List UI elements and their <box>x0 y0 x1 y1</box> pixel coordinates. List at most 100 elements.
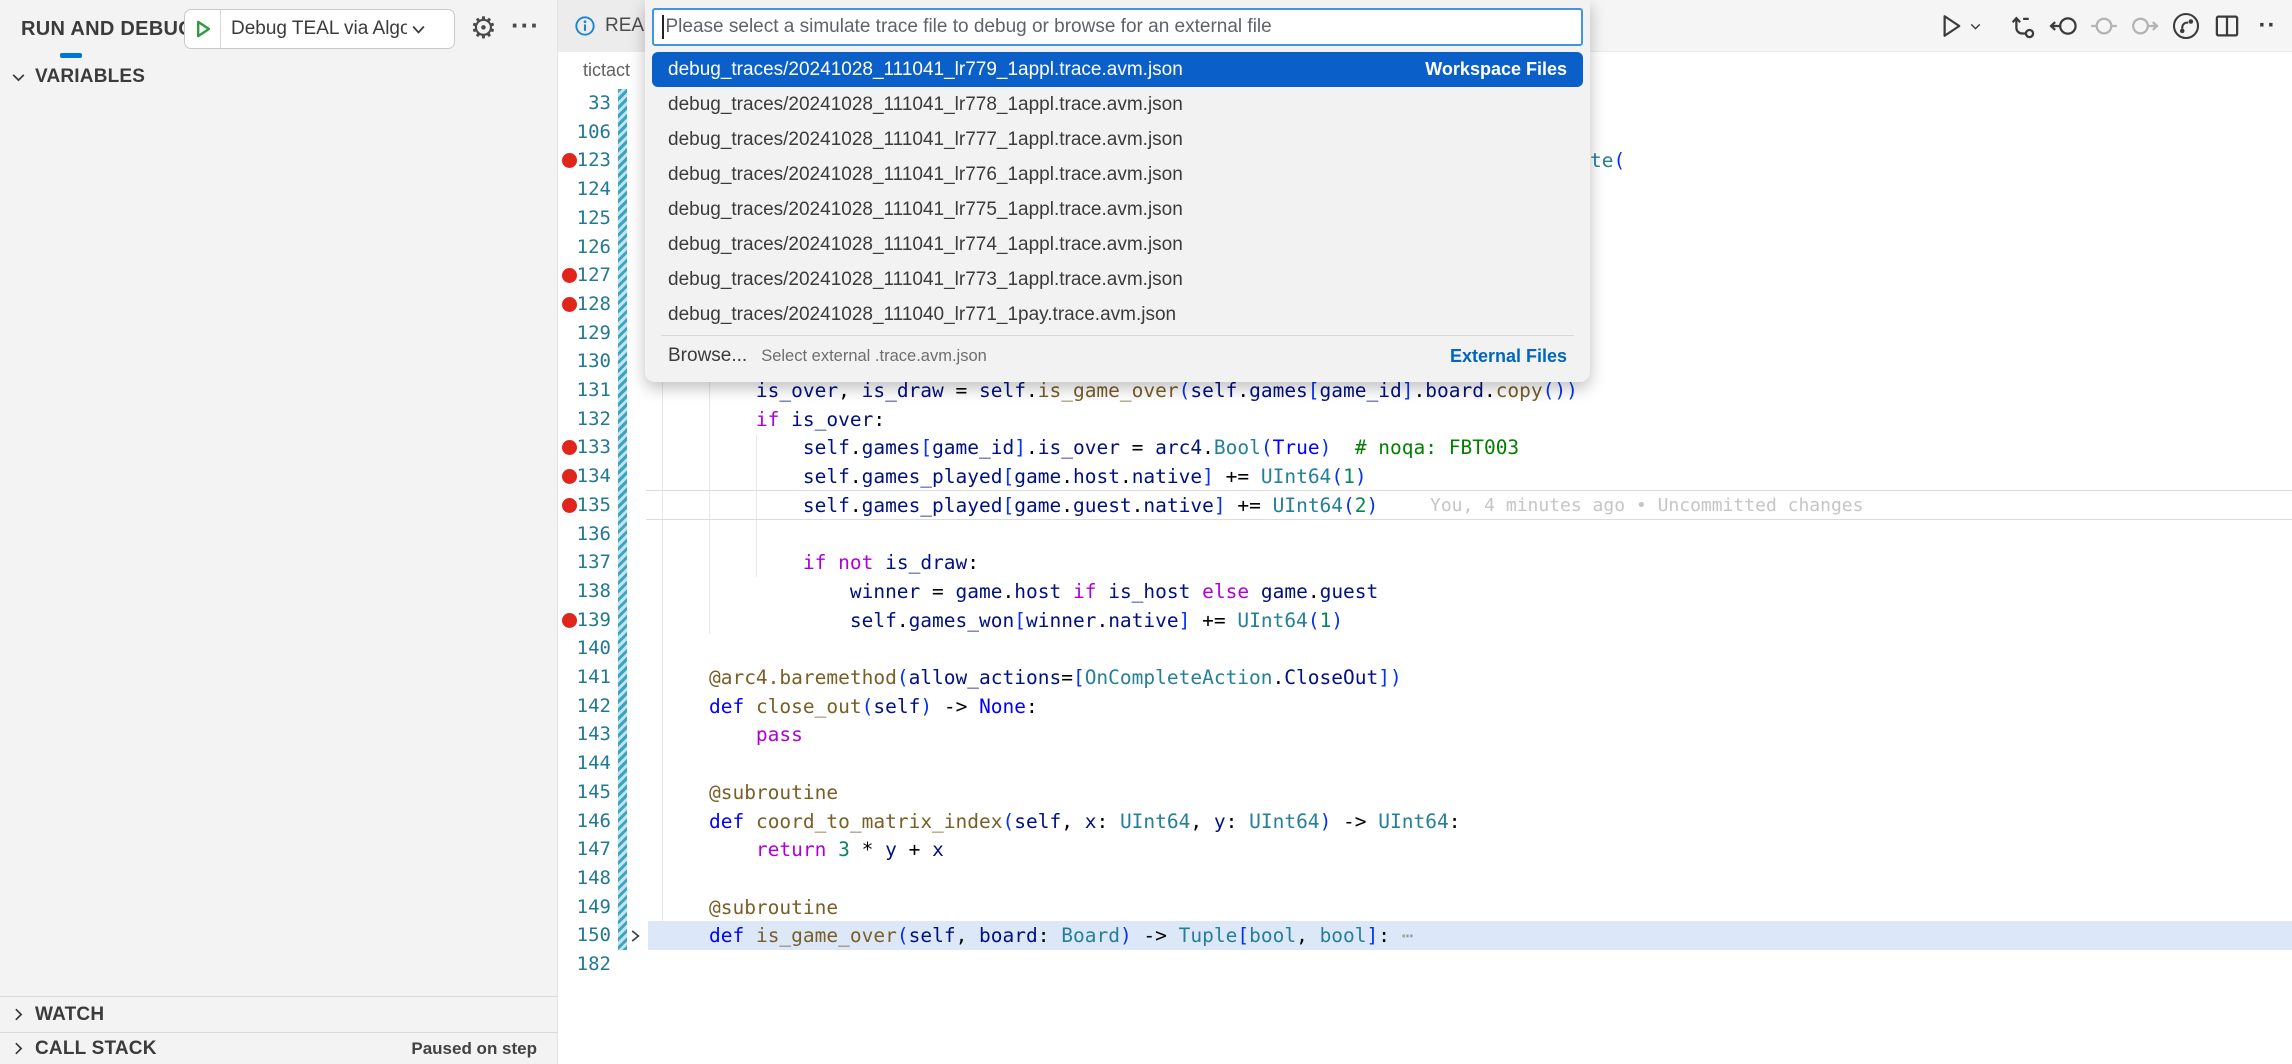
chevron-right-icon[interactable] <box>626 927 644 945</box>
line-number: 147 <box>558 835 611 864</box>
progress-indicator <box>60 53 82 58</box>
quickpick-item[interactable]: debug_traces/20241028_111041_lr776_1appl… <box>652 157 1583 192</box>
code-line: 140 <box>558 634 2292 663</box>
line-number: 127 <box>558 261 611 290</box>
code-line: 136 <box>558 520 2292 549</box>
line-number: 138 <box>558 577 611 606</box>
sidebar-title: RUN AND DEBUG <box>21 18 194 41</box>
launch-config-dropdown-label[interactable]: Debug TEAL via AlgoKit <box>221 18 407 40</box>
code-line: 146 def coord_to_matrix_index(self, x: U… <box>558 807 2292 836</box>
quickpick-item-label: debug_traces/20241028_111041_lr778_1appl… <box>668 94 1183 116</box>
more-actions-icon[interactable]: ··· <box>511 10 540 41</box>
code-line: 141 @arc4.baremethod(allow_actions=[OnCo… <box>558 663 2292 692</box>
code-line: 143 pass <box>558 720 2292 749</box>
quickpick-item[interactable]: debug_traces/20241028_111041_lr775_1appl… <box>652 192 1583 227</box>
line-number: 149 <box>558 893 611 922</box>
variables-section-header[interactable]: VARIABLES <box>0 60 557 94</box>
code-line: 142 def close_out(self) -> None: <box>558 692 2292 721</box>
quickpick-item-label: debug_traces/20241028_111040_lr771_1pay.… <box>668 304 1176 326</box>
quickpick-item-label: debug_traces/20241028_111041_lr779_1appl… <box>668 59 1183 81</box>
quickpick-item[interactable]: debug_traces/20241028_111041_lr778_1appl… <box>652 87 1583 122</box>
browse-description: Select external .trace.avm.json <box>761 347 987 366</box>
line-number: 150 <box>558 921 611 950</box>
variables-section-label: VARIABLES <box>35 66 145 88</box>
line-number: 123 <box>558 146 611 175</box>
quickpick-input[interactable] <box>666 16 1574 38</box>
line-number: 137 <box>558 548 611 577</box>
start-debug-button[interactable] <box>185 10 221 48</box>
quickpick-item-label: debug_traces/20241028_111041_lr776_1appl… <box>668 164 1183 186</box>
line-number: 142 <box>558 692 611 721</box>
line-number: 139 <box>558 606 611 635</box>
code-line: 139 self.games_won[winner.native] += UIn… <box>558 606 2292 635</box>
code-line: 138 winner = game.host if is_host else g… <box>558 577 2292 606</box>
line-number: 146 <box>558 807 611 836</box>
quickpick-input-box <box>652 8 1583 46</box>
code-line: 137 if not is_draw: <box>558 548 2292 577</box>
quickpick-item[interactable]: debug_traces/20241028_111040_lr771_1pay.… <box>652 297 1583 332</box>
code-line: 150 def is_game_over(self, board: Board)… <box>558 921 2292 950</box>
chevron-right-icon <box>10 1040 27 1057</box>
code-line: 133 self.games[game_id].is_over = arc4.B… <box>558 433 2292 462</box>
line-number: 141 <box>558 663 611 692</box>
line-number: 129 <box>558 319 611 348</box>
vscode-window: RUN AND DEBUG Debug TEAL via AlgoKit ⚙ ·… <box>0 0 2292 1064</box>
line-number: 148 <box>558 864 611 893</box>
quickpick-item-label: debug_traces/20241028_111041_lr774_1appl… <box>668 234 1183 256</box>
call-stack-section-label: CALL STACK <box>35 1038 157 1060</box>
quickpick-item[interactable]: debug_traces/20241028_111041_lr777_1appl… <box>652 122 1583 157</box>
code-line: 135 self.games_played[game.guest.native]… <box>558 491 2292 520</box>
line-number: 126 <box>558 233 611 262</box>
watch-section-header[interactable]: WATCH <box>0 996 557 1032</box>
separator <box>661 335 1574 336</box>
chevron-right-icon <box>10 1006 27 1023</box>
line-number: 131 <box>558 376 611 405</box>
code-line: 148 <box>558 864 2292 893</box>
run-and-debug-sidebar: RUN AND DEBUG Debug TEAL via AlgoKit ⚙ ·… <box>0 0 558 1064</box>
line-number: 128 <box>558 290 611 319</box>
quickpick-item[interactable]: debug_traces/20241028_111041_lr773_1appl… <box>652 262 1583 297</box>
debug-launch-control: Debug TEAL via AlgoKit <box>184 9 455 49</box>
quickpick-item-label: debug_traces/20241028_111041_lr777_1appl… <box>668 129 1183 151</box>
play-icon <box>192 18 214 40</box>
line-number: 145 <box>558 778 611 807</box>
code-line: 182 <box>558 950 2292 979</box>
workspace-files-badge: Workspace Files <box>1425 59 1567 80</box>
line-number: 133 <box>558 433 611 462</box>
line-number: 140 <box>558 634 611 663</box>
line-number: 33 <box>558 89 611 118</box>
gear-icon[interactable]: ⚙ <box>470 13 497 45</box>
chevron-down-icon <box>10 69 27 86</box>
text-cursor <box>662 15 664 39</box>
quickpick-widget: debug_traces/20241028_111041_lr779_1appl… <box>645 0 1590 382</box>
quickpick-browse-item[interactable]: Browse... Select external .trace.avm.jso… <box>652 338 1583 374</box>
code-line: 134 self.games_played[game.host.native] … <box>558 462 2292 491</box>
quickpick-item-label: debug_traces/20241028_111041_lr773_1appl… <box>668 269 1183 291</box>
quickpick-list: debug_traces/20241028_111041_lr779_1appl… <box>652 52 1583 332</box>
sidebar-header: RUN AND DEBUG Debug TEAL via AlgoKit ⚙ ·… <box>0 0 557 56</box>
quickpick-item-label: debug_traces/20241028_111041_lr775_1appl… <box>668 199 1183 221</box>
chevron-down-icon[interactable] <box>409 20 428 39</box>
quickpick-item[interactable]: debug_traces/20241028_111041_lr779_1appl… <box>652 52 1583 87</box>
git-blame-annotation: You, 4 minutes ago • Uncommitted changes <box>1430 491 1863 520</box>
line-number: 135 <box>558 491 611 520</box>
browse-label: Browse... <box>668 345 747 367</box>
quickpick-item[interactable]: debug_traces/20241028_111041_lr774_1appl… <box>652 227 1583 262</box>
code-line: 145 @subroutine <box>558 778 2292 807</box>
call-stack-section-header[interactable]: CALL STACK Paused on step <box>0 1032 557 1064</box>
line-number: 144 <box>558 749 611 778</box>
line-number: 130 <box>558 347 611 376</box>
code-line: 144 <box>558 749 2292 778</box>
code-line: 149 @subroutine <box>558 893 2292 922</box>
external-files-badge: External Files <box>1450 346 1567 367</box>
code-line: 147 return 3 * y + x <box>558 835 2292 864</box>
line-number: 182 <box>558 950 611 979</box>
line-number: 143 <box>558 720 611 749</box>
line-number: 134 <box>558 462 611 491</box>
line-number: 125 <box>558 204 611 233</box>
line-number: 106 <box>558 118 611 147</box>
paused-status: Paused on step <box>411 1039 537 1059</box>
line-number: 136 <box>558 520 611 549</box>
watch-section-label: WATCH <box>35 1004 104 1026</box>
line-number: 124 <box>558 175 611 204</box>
